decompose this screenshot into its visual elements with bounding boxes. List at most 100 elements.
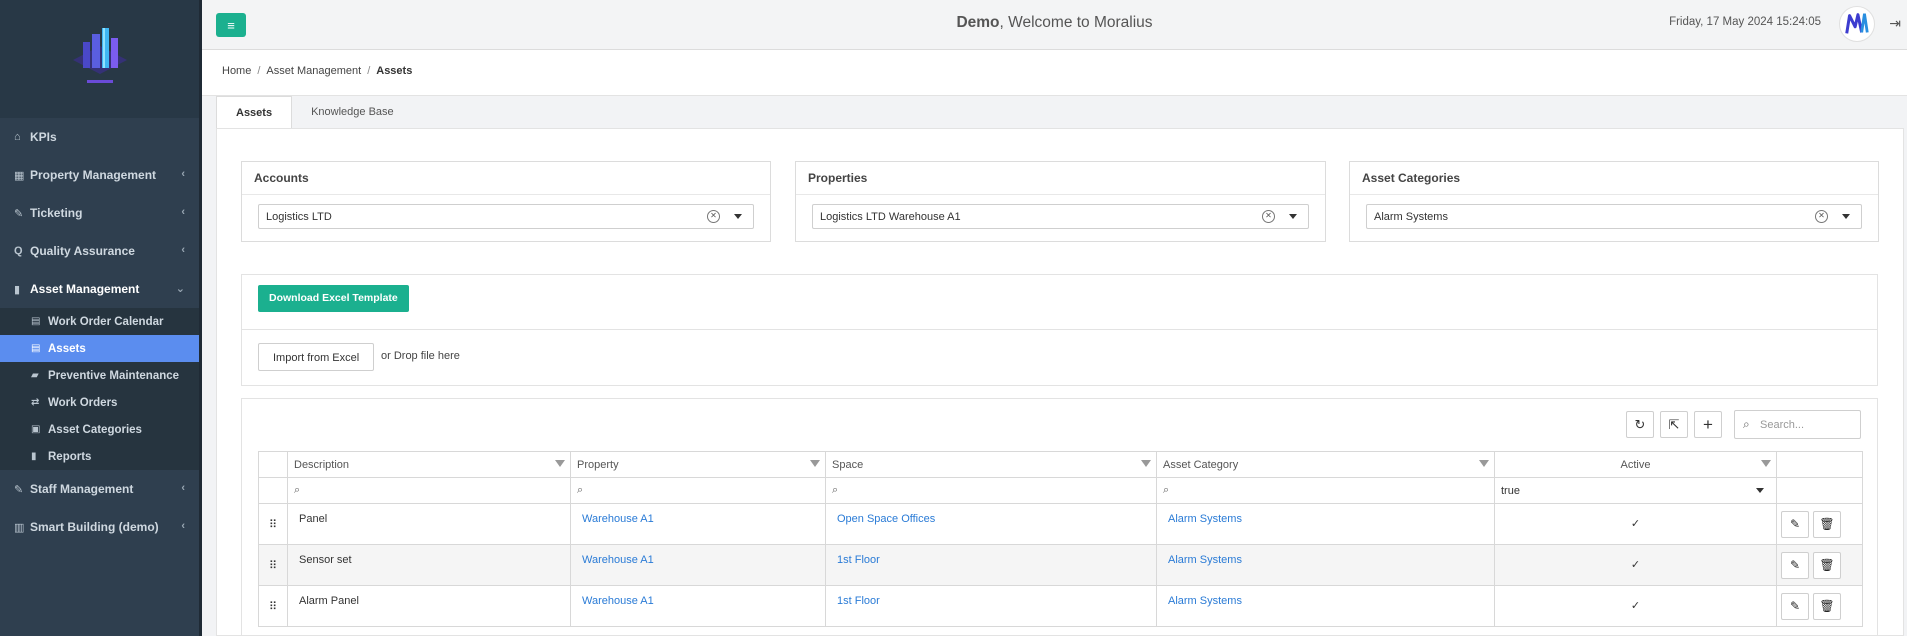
chart-icon: ▥	[14, 521, 25, 534]
category-link[interactable]: Alarm Systems	[1168, 513, 1242, 525]
asset-categories-value: Alarm Systems	[1374, 211, 1448, 223]
sidebar-item-staff-management[interactable]: ✎ Staff Management ‹	[0, 470, 199, 508]
cell-description: Alarm Panel	[287, 585, 571, 627]
actions-column-header	[1776, 451, 1863, 478]
sidebar-item-ticketing[interactable]: ✎ Ticketing ‹	[0, 194, 199, 232]
filter-icon[interactable]	[1141, 460, 1151, 467]
table-row[interactable]: ⠿ Sensor set Warehouse A1 1st Floor Alar…	[258, 544, 1863, 586]
edit-button[interactable]: ✎	[1781, 511, 1809, 538]
table-header-row: Description Property Space Asset Categor…	[258, 451, 1863, 478]
drag-handle-icon[interactable]: ⠿	[258, 585, 288, 627]
column-label: Space	[832, 458, 864, 471]
sidebar-item-asset-management[interactable]: ▮ Asset Management ⌄	[0, 270, 199, 308]
clear-icon[interactable]: ✕	[1262, 210, 1275, 223]
download-section: Download Excel Template	[241, 274, 1878, 330]
clear-icon[interactable]: ✕	[1815, 210, 1828, 223]
space-link[interactable]: 1st Floor	[837, 554, 880, 566]
home-icon: ⌂	[14, 131, 21, 143]
column-header-property[interactable]: Property	[570, 451, 826, 478]
cell-space: 1st Floor	[825, 544, 1157, 586]
caret-down-icon[interactable]	[1289, 214, 1297, 219]
asset-categories-select[interactable]: Alarm Systems ✕	[1366, 204, 1862, 229]
sidebar-item-kpis[interactable]: ⌂ KPIs	[0, 118, 199, 156]
drop-zone-text: or Drop file here	[381, 350, 460, 362]
delete-button[interactable]: 🗑	[1813, 511, 1841, 538]
space-link[interactable]: 1st Floor	[837, 595, 880, 607]
drag-handle-icon[interactable]: ⠿	[258, 503, 288, 545]
property-link[interactable]: Warehouse A1	[582, 513, 654, 525]
delete-button[interactable]: 🗑	[1813, 552, 1841, 579]
category-link[interactable]: Alarm Systems	[1168, 595, 1242, 607]
refresh-button[interactable]: ↻	[1626, 411, 1654, 438]
sidebar-item-reports[interactable]: ▮ Reports	[0, 443, 199, 470]
delete-button[interactable]: 🗑	[1813, 593, 1841, 620]
sidebar-item-label: Assets	[48, 342, 86, 355]
logout-icon[interactable]: ⇥	[1889, 15, 1901, 32]
tab-knowledge-base[interactable]: Knowledge Base	[292, 96, 413, 128]
add-asset-button[interactable]: +	[1694, 411, 1722, 438]
category-link[interactable]: Alarm Systems	[1168, 554, 1242, 566]
cell-description: Sensor set	[287, 544, 571, 586]
sidebar-item-work-orders[interactable]: ⇄ Work Orders	[0, 389, 199, 416]
filter-icon[interactable]	[810, 460, 820, 467]
space-link[interactable]: Open Space Offices	[837, 513, 935, 525]
ticket-icon: ✎	[14, 207, 24, 220]
tab-assets[interactable]: Assets	[216, 96, 293, 128]
export-button[interactable]: ⇱	[1660, 411, 1688, 438]
filter-space[interactable]: ⌕	[825, 477, 1157, 504]
breadcrumb-home[interactable]: Home	[222, 65, 251, 77]
table-row[interactable]: ⠿ Alarm Panel Warehouse A1 1st Floor Ala…	[258, 585, 1863, 627]
sidebar-item-smart-building[interactable]: ▥ Smart Building (demo) ‹	[0, 508, 199, 546]
chevron-left-icon: ‹	[181, 482, 185, 494]
accounts-title: Accounts	[242, 162, 770, 195]
sidebar-item-asset-categories[interactable]: ▣ Asset Categories	[0, 416, 199, 443]
download-excel-template-button[interactable]: Download Excel Template	[258, 285, 409, 312]
search-icon: ⌕	[577, 484, 584, 496]
breadcrumb-asset-management[interactable]: Asset Management	[266, 65, 361, 77]
filter-cell-empty	[1776, 477, 1863, 504]
property-link[interactable]: Warehouse A1	[582, 595, 654, 607]
sidebar-item-work-order-calendar[interactable]: ▤ Work Order Calendar	[0, 308, 199, 335]
caret-down-icon[interactable]	[1842, 214, 1850, 219]
active-filter-value: true	[1501, 484, 1520, 497]
search-input[interactable]: ⌕ Search...	[1734, 410, 1861, 439]
sidebar-item-assets[interactable]: ▤ Assets	[0, 335, 199, 362]
filter-icon[interactable]	[1479, 460, 1489, 467]
column-header-active[interactable]: Active	[1494, 451, 1777, 478]
drag-handle-icon[interactable]: ⠿	[258, 544, 288, 586]
truck-icon: ▰	[31, 370, 39, 381]
import-from-excel-button[interactable]: Import from Excel	[258, 343, 375, 371]
avatar[interactable]	[1839, 6, 1875, 42]
sidebar-item-label: Property Management	[30, 168, 157, 182]
sidebar-item-label: Work Order Calendar	[48, 315, 164, 328]
pencil-icon: ✎	[1789, 517, 1801, 531]
caret-down-icon[interactable]	[1756, 488, 1764, 493]
search-icon: ⌕	[1163, 484, 1170, 496]
properties-select[interactable]: Logistics LTD Warehouse A1 ✕	[812, 204, 1309, 229]
column-header-space[interactable]: Space	[825, 451, 1157, 478]
filter-asset-category[interactable]: ⌕	[1156, 477, 1495, 504]
filter-description[interactable]: ⌕	[287, 477, 571, 504]
filter-active[interactable]: true	[1494, 477, 1777, 504]
filter-icon[interactable]	[1761, 460, 1771, 467]
filter-property[interactable]: ⌕	[570, 477, 826, 504]
column-header-description[interactable]: Description	[287, 451, 571, 478]
row-actions: ✎ 🗑	[1776, 585, 1863, 627]
property-link[interactable]: Warehouse A1	[582, 554, 654, 566]
sidebar-item-preventive-maintenance[interactable]: ▰ Preventive Maintenance	[0, 362, 199, 389]
sidebar-item-label: Reports	[48, 450, 92, 463]
filter-icon[interactable]	[555, 460, 565, 467]
top-header: ≡ Demo, Welcome to Moralius Friday, 17 M…	[202, 0, 1907, 50]
edit-button[interactable]: ✎	[1781, 552, 1809, 579]
sidebar-item-property-management[interactable]: ▦ Property Management ‹	[0, 156, 199, 194]
caret-down-icon[interactable]	[734, 214, 742, 219]
assets-grid-section: ↻ ⇱ + ⌕ Search... Description Property S…	[241, 398, 1878, 636]
accounts-select[interactable]: Logistics LTD ✕	[258, 204, 754, 229]
edit-button[interactable]: ✎	[1781, 593, 1809, 620]
city-logo[interactable]	[65, 24, 135, 94]
chevron-left-icon: ‹	[181, 168, 185, 180]
table-row[interactable]: ⠿ Panel Warehouse A1 Open Space Offices …	[258, 503, 1863, 545]
clear-icon[interactable]: ✕	[707, 210, 720, 223]
sidebar-item-quality-assurance[interactable]: Q Quality Assurance ‹	[0, 232, 199, 270]
column-header-asset-category[interactable]: Asset Category	[1156, 451, 1495, 478]
